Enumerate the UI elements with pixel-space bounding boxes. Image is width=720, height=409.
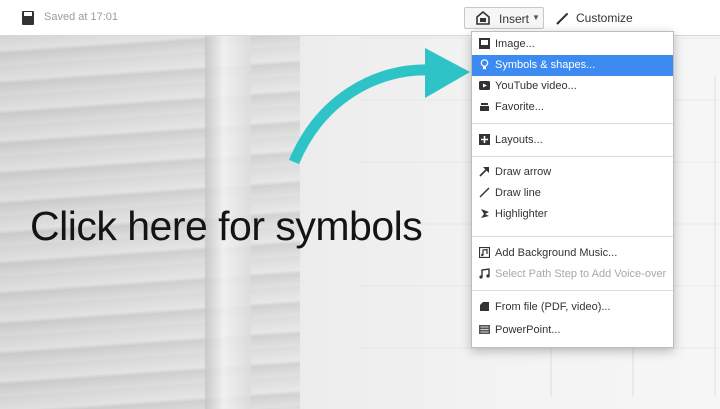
menu-divider: [472, 123, 673, 124]
saved-status: Saved at 17:01: [44, 11, 119, 23]
menu-item-powerpoint[interactable]: PowerPoint...: [472, 320, 673, 341]
menu-item-label: PowerPoint...: [495, 324, 561, 336]
music-note-icon: [479, 268, 490, 279]
insert-icon: [476, 11, 490, 25]
menu-item-image[interactable]: Image...: [472, 34, 673, 55]
menu-item-from-file[interactable]: From file (PDF, video)...: [472, 297, 673, 318]
save-icon[interactable]: [22, 11, 34, 25]
chevron-down-icon: ▼: [532, 13, 540, 22]
insert-label: Insert: [499, 12, 530, 26]
powerpoint-icon: [479, 325, 490, 334]
favorite-icon: [480, 103, 489, 111]
menu-item-label: Favorite...: [495, 101, 544, 113]
menu-item-label: Draw line: [495, 187, 541, 199]
menu-divider: [472, 156, 673, 157]
menu-item-favorite[interactable]: Favorite...: [472, 97, 673, 118]
insert-menu: Image... Symbols & shapes... YouTube vid…: [471, 31, 674, 348]
menu-item-add-background-music[interactable]: Add Background Music...: [472, 243, 673, 264]
youtube-icon: [479, 81, 490, 90]
music-doc-icon: [479, 247, 490, 258]
menu-item-label: Add Background Music...: [495, 247, 618, 259]
menu-item-label: Symbols & shapes...: [495, 59, 596, 71]
menu-divider: [472, 236, 673, 237]
image-icon: [479, 38, 490, 49]
line-icon: [479, 187, 490, 198]
canvas-headline: Click here for symbols: [30, 203, 423, 249]
menu-item-highlighter[interactable]: Highlighter: [472, 204, 673, 225]
menu-item-draw-arrow[interactable]: Draw arrow: [472, 162, 673, 183]
menu-item-label: Draw arrow: [495, 166, 552, 178]
file-icon: [480, 302, 489, 311]
menu-item-youtube[interactable]: YouTube video...: [472, 76, 673, 97]
lightbulb-icon: [480, 59, 489, 70]
pen-icon: [556, 13, 568, 25]
menu-item-voice-over: Select Path Step to Add Voice-over: [472, 264, 673, 285]
menu-divider: [472, 290, 673, 291]
highlighter-icon: [481, 209, 489, 218]
insert-button[interactable]: Insert ▼: [464, 7, 544, 29]
arrow-icon: [479, 167, 489, 177]
layouts-icon: [479, 134, 490, 145]
customize-label: Customize: [576, 11, 633, 25]
menu-item-label: Highlighter: [495, 208, 548, 220]
menu-item-layouts[interactable]: Layouts...: [472, 130, 673, 151]
menu-item-label: Image...: [495, 38, 535, 50]
menu-item-label: Layouts...: [495, 134, 543, 146]
menu-item-draw-line[interactable]: Draw line: [472, 183, 673, 204]
menu-item-label: YouTube video...: [495, 80, 577, 92]
pointer-arrow: [288, 48, 470, 165]
menu-item-symbols-shapes[interactable]: Symbols & shapes...: [472, 55, 673, 76]
menu-item-label: Select Path Step to Add Voice-over: [495, 268, 667, 280]
menu-item-label: From file (PDF, video)...: [495, 301, 611, 313]
